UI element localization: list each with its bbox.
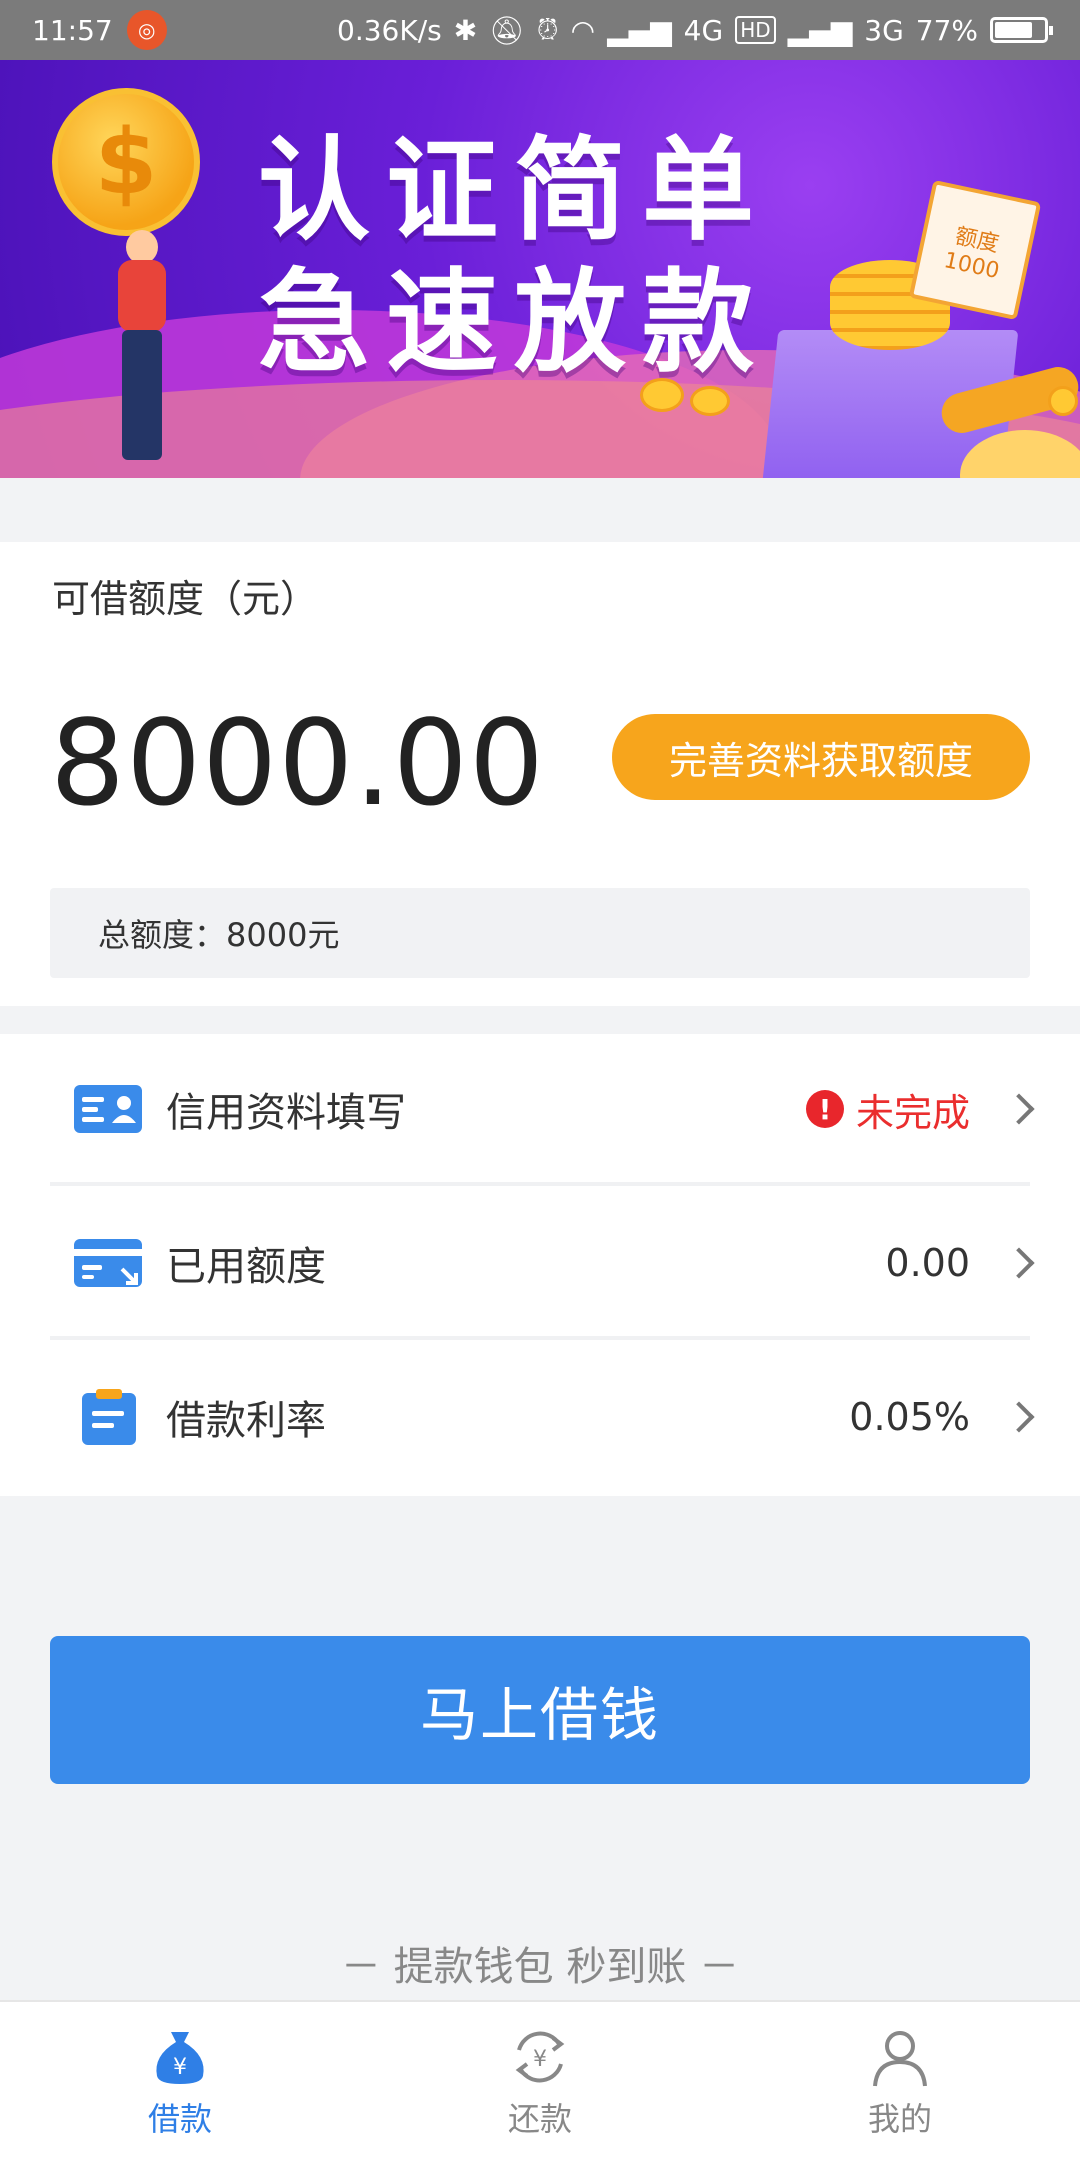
info-list: 信用资料填写 ! 未完成 已用额度 0.00 借款利率 0.05% [0,1034,1080,1496]
alarm-icon: ⏰︎ [536,13,559,46]
borrow-now-button[interactable]: 马上借钱 [50,1636,1030,1784]
battery-fill [995,22,1032,38]
credit-limit-card: 可借额度（元） 8000.00 完善资料获取额度 总额度：8000元 [0,542,1080,1006]
nav-label: 还款 [507,2100,572,2138]
id-card-icon [74,1085,142,1133]
divider [50,1182,1030,1186]
total-limit-text: 总额度：8000元 [98,916,340,954]
status-time: 11:57 [32,13,113,47]
row-credit-info[interactable]: 信用资料填写 ! 未完成 [0,1034,1080,1184]
chevron-right-icon [1003,1401,1035,1433]
app-notification-icon: ◎ [126,10,167,50]
network-3g-label: 3G [864,13,904,47]
complete-profile-button[interactable]: 完善资料获取额度 [612,714,1030,800]
svg-text:¥: ¥ [533,2047,547,2072]
interest-rate-value: 0.05% [849,1395,970,1439]
clipboard-icon [82,1389,136,1445]
row-used-limit[interactable]: 已用额度 0.00 [0,1188,1080,1338]
coin-icon [640,378,684,412]
coin-icon [1048,386,1078,416]
person-illustration [100,230,180,478]
nav-item-profile[interactable]: 我的 [720,2002,1080,2160]
network-4g-label: 4G [683,13,724,47]
signal-icon: ▂▄▆ [607,13,672,47]
chevron-right-icon [1003,1093,1035,1125]
credit-limit-amount: 8000.00 [50,694,545,832]
status-incomplete: 未完成 [855,1090,970,1135]
divider [50,1336,1030,1340]
row-label: 已用额度 [166,1244,326,1290]
warning-icon: ! [805,1090,844,1128]
signal-icon-secondary: ▂▄▆ [787,13,853,47]
status-bar: 11:57 ◎ 0.36K/s ✱ 🔕︎ ⏰︎ ◠ ▂▄▆ 4G HD ▂▄▆ … [0,0,1080,60]
total-limit-box: 总额度：8000元 [50,888,1030,978]
hd-badge: HD [735,16,776,44]
promo-banner[interactable]: $ 认证简单 急速放款 额度 1000 [0,60,1080,478]
nav-item-repay[interactable]: ¥ 还款 [360,2002,720,2160]
bottom-nav: ¥ 借款 ¥ 还款 我的 [0,2000,1080,2160]
nav-label: 借款 [147,2100,212,2138]
nav-item-borrow[interactable]: ¥ 借款 [0,2002,360,2160]
credit-ticket-illustration: 额度 1000 [908,179,1042,321]
wifi-icon: ◠ [570,13,596,47]
nav-label: 我的 [867,2100,932,2138]
banner-headline-2: 急速放款 [258,258,770,388]
used-limit-value: 0.00 [885,1241,970,1285]
mute-icon: 🔕︎ [489,13,525,47]
svg-text:¥: ¥ [173,2055,187,2080]
battery-icon [990,17,1053,43]
user-icon [873,2031,927,2087]
coin-icon [690,386,730,416]
row-label: 借款利率 [166,1398,326,1444]
row-label: 信用资料填写 [166,1090,406,1136]
status-indicators: 0.36K/s ✱ 🔕︎ ⏰︎ ◠ ▂▄▆ 4G HD ▂▄▆ 3G 77% [337,13,1053,47]
bluetooth-icon: ✱ [453,13,478,47]
credit-limit-title: 可借额度（元） [52,577,319,621]
dollar-coin-icon: $ [52,88,200,236]
chevron-right-icon [1003,1247,1035,1279]
repay-cycle-icon: ¥ [515,2031,565,2083]
money-bag-icon: ¥ [156,2032,204,2084]
network-speed: 0.36K/s [337,13,442,47]
slogan-text: － 提款钱包 秒到账 － [340,1944,740,1990]
row-status: ! 未完成 [805,1082,970,1137]
credit-card-icon [74,1239,142,1287]
battery-percent: 77% [915,13,978,47]
row-interest-rate[interactable]: 借款利率 0.05% [0,1342,1080,1492]
